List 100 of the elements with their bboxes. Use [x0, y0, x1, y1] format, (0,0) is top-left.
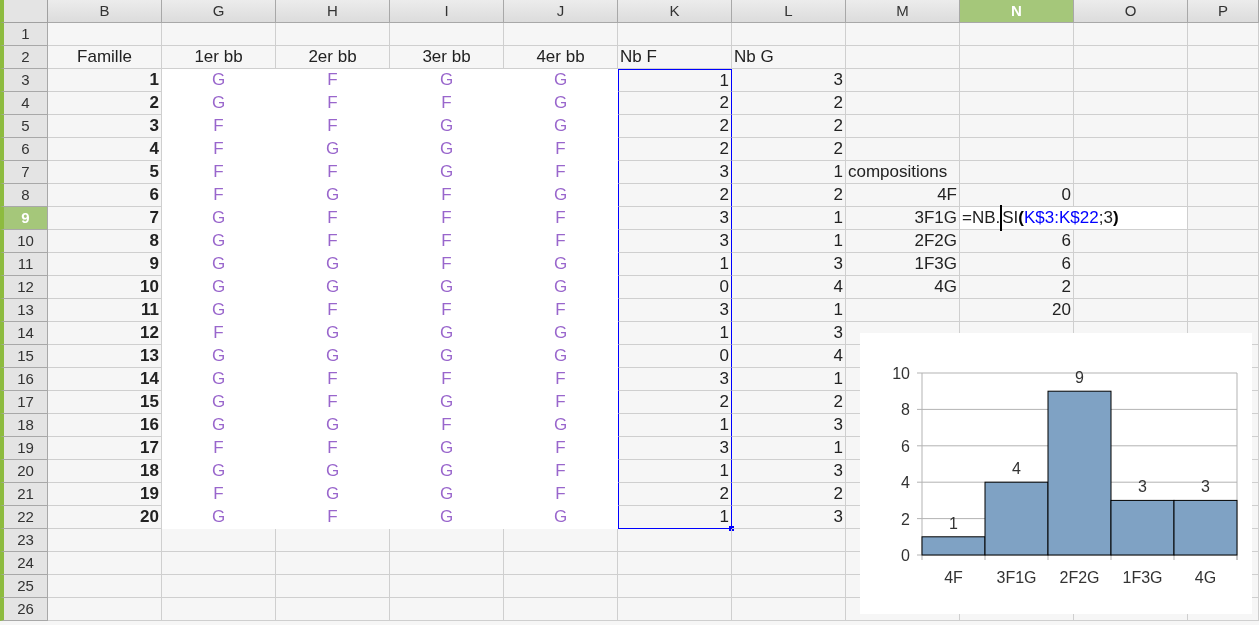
row-header[interactable]: 1: [0, 23, 48, 46]
table-cell: G: [390, 437, 504, 460]
table-cell: Famille: [48, 46, 162, 69]
table-cell: G: [504, 345, 618, 368]
column-header[interactable]: M: [846, 0, 960, 23]
row-header[interactable]: 16: [0, 368, 48, 391]
row-header[interactable]: 21: [0, 483, 48, 506]
data-label: 9: [1075, 369, 1084, 387]
table-cell: F: [390, 184, 504, 207]
category-label: 4G: [1194, 569, 1217, 586]
table-cell: G: [504, 253, 618, 276]
table-cell: F: [276, 161, 390, 184]
table-cell: F: [276, 230, 390, 253]
table-cell: G: [162, 391, 276, 414]
table-cell: Nb F: [618, 46, 732, 69]
column-header[interactable]: J: [504, 0, 618, 23]
data-label: 4: [1012, 460, 1021, 478]
category-label: 2F2G: [1059, 569, 1100, 586]
data-label: 1: [949, 514, 958, 532]
row-header[interactable]: 23: [0, 529, 48, 552]
fill-handle-icon[interactable]: [729, 526, 734, 531]
table-cell: G: [504, 506, 618, 529]
row-header[interactable]: 7: [0, 161, 48, 184]
table-cell: 1: [618, 253, 732, 276]
table-cell: G: [162, 506, 276, 529]
column-header[interactable]: H: [276, 0, 390, 23]
table-cell: F: [276, 506, 390, 529]
row-header[interactable]: 18: [0, 414, 48, 437]
table-cell: G: [504, 414, 618, 437]
column-header[interactable]: P: [1188, 0, 1259, 23]
table-cell: G: [390, 138, 504, 161]
table-cell: 2: [732, 115, 846, 138]
row-header[interactable]: 14: [0, 322, 48, 345]
row-header[interactable]: 22: [0, 506, 48, 529]
table-cell: [1188, 207, 1259, 230]
table-cell: G: [276, 322, 390, 345]
table-cell: F: [504, 138, 618, 161]
formula-input-field[interactable]: =NB.SI(K$3:K$22;3): [960, 207, 1188, 230]
row-header[interactable]: 13: [0, 299, 48, 322]
table-cell: G: [504, 115, 618, 138]
table-cell: 2: [618, 115, 732, 138]
table-cell: 4: [732, 276, 846, 299]
row-header[interactable]: 20: [0, 460, 48, 483]
table-cell: F: [276, 69, 390, 92]
row-header[interactable]: 17: [0, 391, 48, 414]
table-cell: 1: [618, 460, 732, 483]
table-cell: 1F3G: [846, 253, 960, 276]
axis-tick-label: 2: [901, 510, 910, 528]
table-cell: 2: [732, 483, 846, 506]
table-cell: 2: [618, 184, 732, 207]
row-header[interactable]: 2: [0, 46, 48, 69]
table-cell: compositions: [846, 161, 960, 184]
row-header[interactable]: 19: [0, 437, 48, 460]
table-cell: 0: [618, 276, 732, 299]
row-header[interactable]: 25: [0, 575, 48, 598]
table-cell: G: [504, 322, 618, 345]
table-cell: F: [504, 299, 618, 322]
column-header[interactable]: K: [618, 0, 732, 23]
table-cell: G: [390, 322, 504, 345]
table-cell: 3: [732, 460, 846, 483]
table-cell: F: [390, 414, 504, 437]
column-header[interactable]: O: [1074, 0, 1188, 23]
table-cell: 3: [618, 161, 732, 184]
column-header[interactable]: B: [48, 0, 162, 23]
column-header[interactable]: I: [390, 0, 504, 23]
row-header[interactable]: 26: [0, 598, 48, 621]
table-cell: 2: [732, 184, 846, 207]
row-header[interactable]: 6: [0, 138, 48, 161]
row-header[interactable]: 12: [0, 276, 48, 299]
table-cell: 2: [618, 483, 732, 506]
table-cell: [1188, 138, 1259, 161]
row-header[interactable]: 4: [0, 92, 48, 115]
table-cell: 3: [732, 69, 846, 92]
row-header[interactable]: 15: [0, 345, 48, 368]
category-label: 3F1G: [996, 569, 1037, 586]
table-cell: G: [390, 69, 504, 92]
table-cell: 4F: [846, 184, 960, 207]
row-header[interactable]: 8: [0, 184, 48, 207]
column-header[interactable]: L: [732, 0, 846, 23]
table-cell: F: [276, 437, 390, 460]
table-cell: 2: [618, 138, 732, 161]
table-cell: G: [390, 276, 504, 299]
table-cell: G: [390, 483, 504, 506]
column-header[interactable]: G: [162, 0, 276, 23]
row-header[interactable]: 24: [0, 552, 48, 575]
table-cell: G: [276, 414, 390, 437]
table-cell: 2: [732, 92, 846, 115]
table-cell: G: [390, 345, 504, 368]
chart-bar: [1173, 499, 1238, 556]
row-header[interactable]: 11: [0, 253, 48, 276]
table-cell: G: [162, 92, 276, 115]
table-cell: 6: [960, 230, 1074, 253]
table-cell: 3: [732, 414, 846, 437]
table-cell: F: [390, 253, 504, 276]
row-header[interactable]: 10: [0, 230, 48, 253]
table-cell: G: [162, 368, 276, 391]
row-header[interactable]: 3: [0, 69, 48, 92]
table-cell: 2: [618, 92, 732, 115]
row-header[interactable]: 5: [0, 115, 48, 138]
table-cell: 3: [618, 437, 732, 460]
